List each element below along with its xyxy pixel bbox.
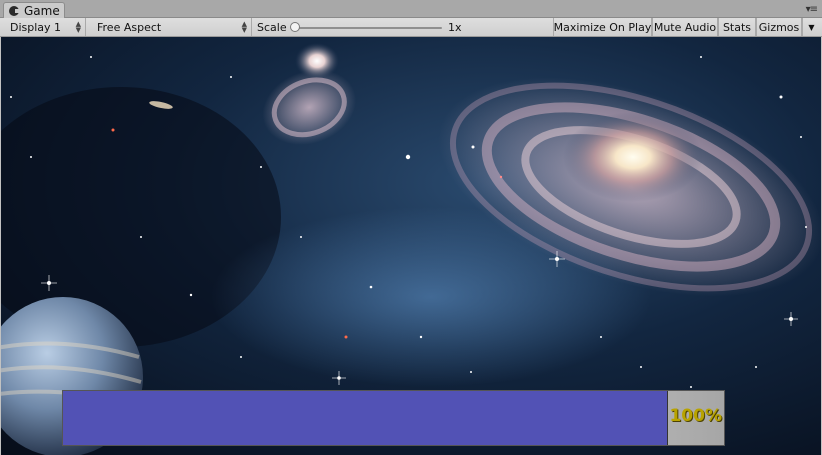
display-dropdown-label: Display 1 — [10, 20, 62, 34]
panel-menu-icon[interactable]: ▾≡ — [806, 4, 818, 15]
maximize-on-play-button[interactable]: Maximize On Play — [553, 18, 652, 36]
game-toolbar: Display 1 ▲ ▼ Free Aspect ▲ ▼ Scale 1x Max… — [0, 18, 822, 37]
game-viewport[interactable]: 100% — [1, 37, 821, 455]
aspect-dropdown-label: Free Aspect — [97, 20, 162, 34]
progress-bar-fill — [63, 391, 668, 445]
dropdown-arrow-icon: ▼ — [808, 22, 815, 32]
loading-progress-bar: 100% — [62, 390, 725, 446]
updown-arrow-icon: ▲ ▼ — [75, 20, 81, 34]
scale-value: 1x — [448, 20, 462, 34]
pacman-game-icon — [9, 6, 20, 16]
aspect-dropdown[interactable]: Free Aspect ▲ ▼ — [91, 18, 252, 36]
stats-button[interactable]: Stats — [718, 18, 756, 36]
scale-slider-track[interactable] — [294, 27, 442, 29]
scale-slider-thumb[interactable] — [290, 22, 300, 32]
progress-percent-label: 100% — [669, 406, 722, 426]
gizmos-button[interactable]: Gizmos — [756, 18, 802, 36]
tab-strip: Game ▾≡ — [0, 0, 822, 19]
display-dropdown[interactable]: Display 1 ▲ ▼ — [4, 18, 86, 36]
tab-game-label: Game — [24, 4, 60, 18]
scale-label: Scale — [257, 20, 287, 34]
mute-audio-button[interactable]: Mute Audio — [652, 18, 718, 36]
gizmos-dropdown-button[interactable]: ▼ — [802, 18, 820, 36]
tab-game[interactable]: Game — [3, 2, 65, 19]
updown-arrow-icon: ▲ ▼ — [241, 20, 247, 34]
